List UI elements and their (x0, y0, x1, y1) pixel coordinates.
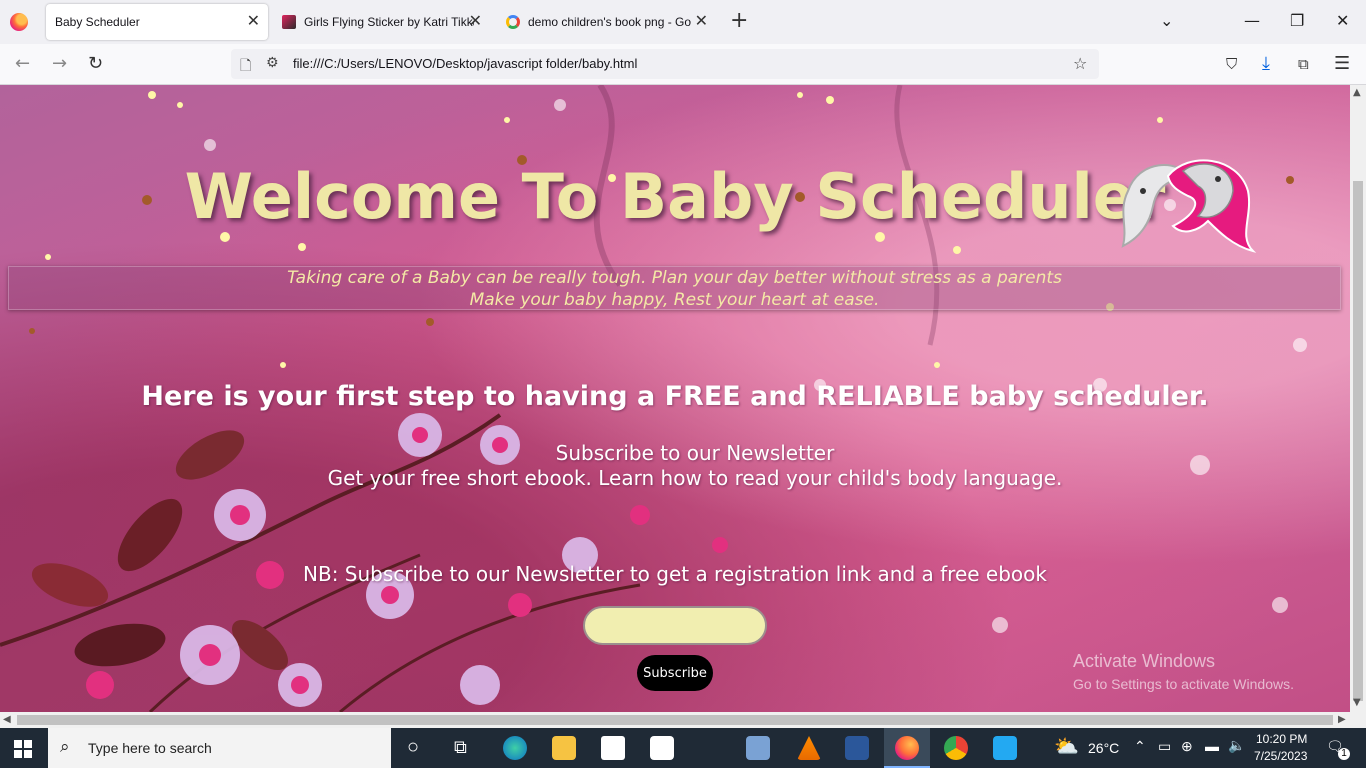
menu-icon[interactable]: ☰ (1334, 54, 1350, 74)
search-icon: ⌕ (60, 737, 70, 757)
watermark-line-2: Go to Settings to activate Windows. (1073, 676, 1294, 692)
tab-title: Baby Scheduler (55, 15, 140, 29)
close-icon[interactable]: ✕ (695, 13, 708, 31)
subscribe-button[interactable]: Subscribe (637, 655, 713, 691)
scroll-up-icon[interactable]: ▲ (1353, 87, 1361, 98)
mail-icon[interactable] (650, 736, 674, 760)
bookmark-star-icon[interactable]: ☆ (1073, 54, 1087, 73)
firefox-taskbar-button[interactable] (884, 728, 930, 768)
search-placeholder: Type here to search (88, 740, 212, 756)
clock-date[interactable]: 7/25/2023 (1254, 749, 1307, 763)
tab-title: demo children's book png - Go (528, 15, 692, 29)
control-panel-icon[interactable] (746, 736, 770, 760)
newsletter-title: Subscribe to our Newsletter (555, 441, 835, 465)
vscode-icon[interactable] (993, 736, 1017, 760)
list-tabs-icon[interactable]: ⌄ (1160, 10, 1173, 32)
navigation-bar: ← → ↻ 🗋 ⚙ file:///C:/Users/LENOVO/Deskto… (0, 44, 1366, 85)
new-tab-button[interactable]: + (730, 10, 748, 32)
address-bar[interactable]: 🗋 ⚙ file:///C:/Users/LENOVO/Desktop/java… (231, 49, 1099, 79)
tab-google-search[interactable]: demo children's book png - Go ✕ (500, 4, 716, 40)
tab-baby-scheduler[interactable]: Baby Scheduler ✕ (46, 4, 268, 40)
scroll-left-icon[interactable]: ◀ (3, 714, 11, 725)
page-icon: 🗋 (240, 58, 252, 74)
horizontal-scroll-thumb[interactable] (17, 715, 1333, 725)
tab-bar: Baby Scheduler ✕ Girls Flying Sticker by… (0, 0, 1366, 44)
tab-title: Girls Flying Sticker by Katri Tikka (304, 15, 474, 29)
tagline-banner: Taking care of a Baby can be really toug… (8, 266, 1341, 310)
vertical-scroll-thumb[interactable] (1353, 181, 1363, 701)
tagline-line-1: Taking care of a Baby can be really toug… (287, 268, 1062, 288)
url-text[interactable]: file:///C:/Users/LENOVO/Desktop/javascri… (293, 56, 637, 71)
email-field[interactable] (583, 606, 767, 645)
back-icon[interactable]: ← (15, 54, 30, 74)
firefox-icon (895, 736, 919, 760)
weather-icon[interactable]: ⛅ (1054, 734, 1079, 759)
newsletter-section: Subscribe to our Newsletter Get your fre… (0, 441, 1350, 491)
forward-icon[interactable]: → (52, 54, 67, 74)
windows-taskbar: ⌕ Type here to search ○ ⧉ ⛅ 26°C ⌃ ▭ ⊕ ▬… (0, 728, 1366, 768)
download-icon[interactable]: ⤓ (1262, 54, 1270, 74)
windows-start-icon[interactable] (14, 740, 32, 758)
chrome-icon[interactable] (944, 736, 968, 760)
notification-badge: 1 (1338, 748, 1350, 760)
edge-icon[interactable] (503, 736, 527, 760)
minimize-icon[interactable]: — (1244, 10, 1260, 32)
vlc-icon[interactable] (797, 736, 821, 760)
chevron-up-icon[interactable]: ⌃ (1134, 738, 1146, 755)
task-view-icon[interactable]: ⧉ (454, 737, 467, 758)
restore-icon[interactable]: ❐ (1290, 10, 1304, 32)
window-close-icon[interactable]: ✕ (1336, 10, 1349, 32)
microsoft-store-icon[interactable] (601, 736, 625, 760)
pocket-icon[interactable]: ⛉ (1226, 54, 1237, 74)
watermark-line-1: Activate Windows (1073, 651, 1216, 671)
firefox-menu-icon[interactable] (10, 13, 28, 31)
google-icon (506, 15, 520, 29)
tagline-line-2: Make your baby happy, Rest your heart at… (469, 290, 880, 310)
word-icon[interactable] (845, 736, 869, 760)
extensions-icon[interactable]: ⧉ (1298, 54, 1309, 74)
newsletter-text: Get your free short ebook. Learn how to … (327, 466, 1063, 490)
vertical-scrollbar[interactable]: ▲ ▼ (1350, 85, 1366, 712)
page-viewport: Welcome To Baby Scheduler Taking care of… (0, 85, 1350, 712)
permissions-icon[interactable]: ⚙ (266, 55, 279, 71)
taskbar-search-box[interactable]: ⌕ Type here to search (48, 728, 391, 768)
battery-icon[interactable]: ▬ (1205, 738, 1219, 754)
close-icon[interactable]: ✕ (247, 13, 260, 31)
file-explorer-icon[interactable] (552, 736, 576, 760)
weather-temp[interactable]: 26°C (1088, 740, 1119, 756)
cortana-icon[interactable]: ○ (407, 736, 419, 759)
network-icon[interactable]: ⊕ (1181, 738, 1193, 755)
volume-icon[interactable]: 🔈 (1228, 737, 1245, 754)
headline: Here is your first step to having a FREE… (141, 381, 1209, 412)
meet-icon[interactable]: ▭ (1158, 738, 1171, 755)
scroll-down-icon[interactable]: ▼ (1353, 697, 1361, 708)
horizontal-scrollbar[interactable]: ◀ ▶ (0, 712, 1366, 728)
tab-girls-flying-sticker[interactable]: Girls Flying Sticker by Katri Tikka ✕ (274, 4, 490, 40)
reload-icon[interactable]: ↻ (88, 54, 103, 74)
clock-time[interactable]: 10:20 PM (1256, 732, 1307, 746)
dolphins-sticker-image (1121, 159, 1257, 253)
scroll-right-icon[interactable]: ▶ (1338, 714, 1346, 725)
activate-windows-watermark: Activate Windows Go to Settings to activ… (1073, 651, 1294, 692)
close-icon[interactable]: ✕ (469, 13, 482, 31)
nb-note: NB: Subscribe to our Newsletter to get a… (303, 562, 1047, 586)
favicon-icon (282, 15, 296, 29)
